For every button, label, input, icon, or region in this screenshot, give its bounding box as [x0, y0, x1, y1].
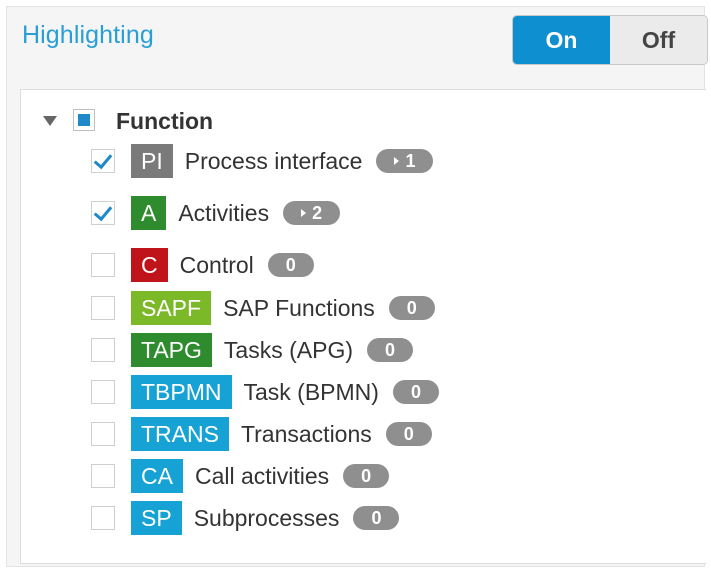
item-type-badge: TRANS	[131, 417, 229, 451]
list-item[interactable]: C Control 0	[91, 247, 314, 283]
item-checkbox[interactable]	[91, 253, 115, 277]
item-type-badge: C	[131, 248, 168, 282]
item-count-badge[interactable]: 1	[376, 149, 434, 173]
group-label: Function	[116, 108, 214, 134]
panel-header: Highlighting On Off	[7, 7, 708, 83]
highlighting-toggle[interactable]: On Off	[512, 15, 708, 65]
highlight-tree: Function PI Process interface 1 A Activities…	[20, 89, 706, 564]
item-count-badge[interactable]: 2	[283, 201, 341, 225]
item-checkbox[interactable]	[91, 201, 115, 225]
item-count-badge: 0	[385, 422, 432, 446]
item-label: Subprocesses	[193, 504, 340, 531]
item-count: 0	[361, 465, 372, 486]
item-type-badge: PI	[131, 144, 173, 178]
list-item[interactable]: TRANS Transactions 0	[91, 416, 432, 452]
list-item[interactable]: A Activities 2	[91, 195, 341, 231]
panel-title: Highlighting	[22, 21, 154, 49]
item-checkbox[interactable]	[91, 506, 115, 530]
item-count: 0	[403, 423, 414, 444]
item-checkbox[interactable]	[91, 380, 115, 404]
expand-arrow-icon	[301, 209, 307, 217]
highlighting-panel: Highlighting On Off Function PI Process i…	[6, 6, 708, 567]
item-count: 1	[405, 150, 416, 171]
item-label: Transactions	[240, 420, 372, 447]
item-type-badge: SAPF	[131, 291, 212, 325]
item-label: Activities	[178, 199, 270, 226]
item-checkbox[interactable]	[91, 422, 115, 446]
item-label: Task (BPMN)	[243, 378, 379, 405]
item-checkbox[interactable]	[91, 338, 115, 362]
list-item[interactable]: CA Call activities 0	[91, 458, 390, 494]
item-type-badge: SP	[131, 501, 182, 535]
expand-arrow-icon	[394, 157, 400, 165]
item-count: 0	[406, 297, 417, 318]
item-label: Tasks (APG)	[223, 336, 353, 363]
item-type-badge: TBPMN	[131, 375, 232, 409]
item-count: 0	[385, 339, 396, 360]
toggle-off-button[interactable]: Off	[610, 16, 707, 64]
item-count: 0	[285, 254, 296, 275]
item-count-badge: 0	[353, 506, 400, 530]
item-count: 2	[312, 202, 323, 223]
item-type-badge: TAPG	[131, 333, 212, 367]
item-count: 0	[371, 507, 382, 528]
list-item[interactable]: TAPG Tasks (APG) 0	[91, 332, 414, 368]
item-label: Process interface	[184, 147, 363, 174]
list-item[interactable]: SAPF SAP Functions 0	[91, 290, 435, 326]
item-count-badge: 0	[367, 338, 414, 362]
toggle-on-button[interactable]: On	[513, 16, 610, 64]
item-checkbox[interactable]	[91, 464, 115, 488]
item-count-badge: 0	[267, 253, 314, 277]
item-type-badge: CA	[131, 459, 183, 493]
item-count-badge: 0	[388, 296, 435, 320]
item-label: SAP Functions	[223, 294, 375, 321]
collapse-caret-icon[interactable]	[43, 116, 57, 126]
item-label: Call activities	[194, 462, 330, 489]
item-count: 0	[410, 381, 421, 402]
item-type-badge: A	[131, 196, 167, 230]
list-item[interactable]: PI Process interface 1	[91, 143, 434, 179]
item-label: Control	[179, 251, 254, 278]
item-count-badge: 0	[343, 464, 390, 488]
list-item[interactable]: TBPMN Task (BPMN) 0	[91, 374, 439, 410]
item-checkbox[interactable]	[91, 149, 115, 173]
list-item[interactable]: SP Subprocesses 0	[91, 500, 400, 536]
group-checkbox[interactable]	[73, 109, 95, 131]
item-count-badge: 0	[392, 380, 439, 404]
item-checkbox[interactable]	[91, 296, 115, 320]
